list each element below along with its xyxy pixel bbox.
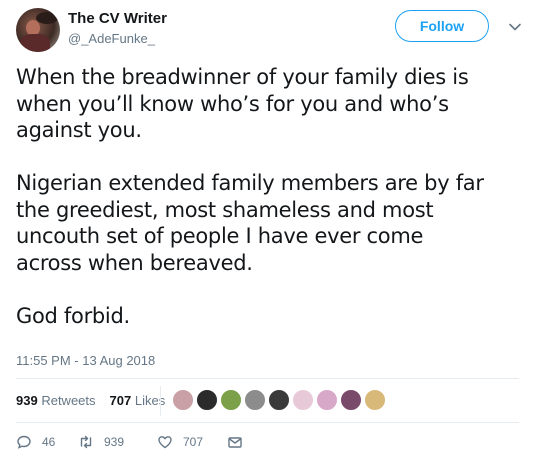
mail-icon bbox=[228, 437, 242, 448]
retweets-stat[interactable]: 939 Retweets bbox=[16, 393, 96, 408]
action-bar: 46 939 707 bbox=[16, 434, 253, 450]
direct-message-button[interactable] bbox=[227, 434, 253, 450]
liker-avatars bbox=[172, 389, 388, 411]
likes-stat[interactable]: 707 Likes bbox=[110, 393, 166, 408]
heart-icon bbox=[158, 436, 172, 449]
reply-icon bbox=[17, 435, 31, 449]
tweet-paragraph: God forbid. bbox=[16, 303, 130, 328]
tweet-paragraph: When the breadwinner of your family dies… bbox=[16, 65, 469, 142]
liker-avatar[interactable] bbox=[340, 389, 362, 411]
reply-button[interactable]: 46 bbox=[16, 434, 78, 450]
tweet-card: The CV Writer @_AdeFunke_ Follow When th… bbox=[0, 0, 534, 462]
author-name[interactable]: The CV Writer bbox=[68, 10, 167, 27]
liker-avatar[interactable] bbox=[244, 389, 266, 411]
liker-avatar[interactable] bbox=[220, 389, 242, 411]
engagement-stats: 939 Retweets 707 Likes bbox=[16, 393, 165, 408]
liker-avatar[interactable] bbox=[268, 389, 290, 411]
likes-count: 707 bbox=[109, 393, 132, 408]
retweet-count: 939 bbox=[104, 435, 125, 449]
avatar[interactable] bbox=[16, 8, 60, 52]
liker-avatar[interactable] bbox=[316, 389, 338, 411]
like-count: 707 bbox=[183, 435, 204, 449]
liker-avatar[interactable] bbox=[364, 389, 386, 411]
stats-separator bbox=[160, 386, 161, 416]
tweet-text: When the breadwinner of your family dies… bbox=[16, 64, 521, 356]
follow-button[interactable]: Follow bbox=[395, 10, 489, 42]
reply-count: 46 bbox=[42, 435, 56, 449]
liker-avatar[interactable] bbox=[172, 389, 194, 411]
retweets-label: Retweets bbox=[41, 393, 96, 408]
retweets-count: 939 bbox=[16, 393, 38, 408]
tweet-paragraph: Nigerian extended family members are by … bbox=[16, 171, 484, 275]
like-button[interactable]: 707 bbox=[157, 434, 227, 450]
divider bbox=[16, 378, 519, 379]
chevron-down-icon[interactable] bbox=[508, 20, 522, 34]
liker-avatar[interactable] bbox=[292, 389, 314, 411]
retweet-button[interactable]: 939 bbox=[78, 434, 157, 450]
retweet-icon bbox=[80, 435, 92, 449]
timestamp[interactable]: 11:55 PM - 13 Aug 2018 bbox=[16, 353, 155, 368]
author-handle[interactable]: @_AdeFunke_ bbox=[68, 31, 155, 46]
divider bbox=[16, 422, 519, 423]
liker-avatar[interactable] bbox=[196, 389, 218, 411]
